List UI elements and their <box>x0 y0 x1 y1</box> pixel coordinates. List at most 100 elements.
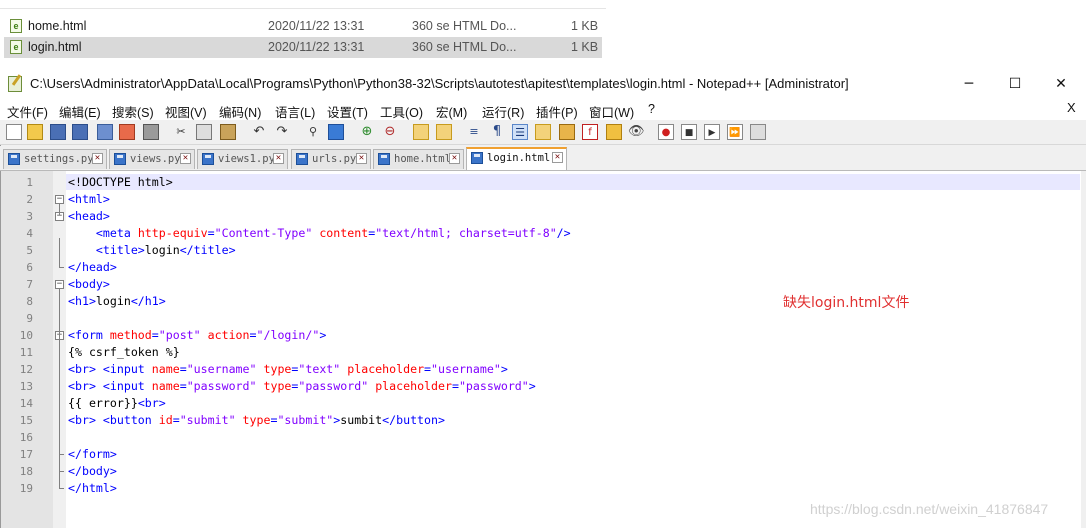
code-line[interactable]: {% csrf_token %} <box>68 345 180 359</box>
menu-item[interactable]: ? <box>648 102 655 116</box>
menu-item[interactable]: 窗口(W) <box>589 102 634 121</box>
fold-end-tick <box>59 488 64 489</box>
code-token: type <box>263 379 292 393</box>
menu-item[interactable]: 语言(L) <box>275 102 315 121</box>
code-token: action <box>207 328 250 342</box>
menu-item[interactable]: 插件(P) <box>536 102 578 121</box>
file-list-item[interactable]: e home.html 2020/11/22 13:31 360 se HTML Do… <box>4 16 602 37</box>
code-line[interactable]: <meta http-equiv="Content-Type" content=… <box>68 226 571 240</box>
undo-icon[interactable]: ↶ <box>251 124 267 140</box>
tab-home-html[interactable]: home.html ✕ <box>373 149 464 169</box>
function-list-icon[interactable]: f <box>582 124 598 140</box>
maximize-button[interactable]: ☐ <box>992 70 1038 98</box>
code-line[interactable]: {{ error}}<br> <box>68 396 166 410</box>
redo-icon[interactable]: ↷ <box>274 124 290 140</box>
sync-vertical-icon[interactable] <box>413 124 429 140</box>
code-line[interactable]: </form> <box>68 447 117 461</box>
cut-icon[interactable]: ✂ <box>173 124 189 140</box>
tab-close-icon[interactable]: ✕ <box>449 153 460 164</box>
menu-item[interactable]: 编辑(E) <box>59 102 101 121</box>
save-icon[interactable] <box>50 124 66 140</box>
record-macro-icon[interactable]: ● <box>658 124 674 140</box>
close-document-button[interactable]: X <box>1067 100 1076 115</box>
menu-item[interactable]: 文件(F) <box>7 102 48 121</box>
code-line[interactable]: <form method="post" action="/login/"> <box>68 328 326 342</box>
tab-settings-py[interactable]: settings.py ✕ <box>3 149 107 169</box>
menu-item[interactable]: 搜索(S) <box>112 102 154 121</box>
code-line[interactable]: <h1>login</h1> <box>68 294 166 308</box>
code-token: "password" <box>458 379 529 393</box>
code-line[interactable]: <body> <box>68 277 110 291</box>
close-all-icon[interactable] <box>119 124 135 140</box>
folder-workspace-icon[interactable] <box>606 124 622 140</box>
file-type: 360 se HTML Do... <box>412 19 517 33</box>
menu-item[interactable]: 工具(O) <box>380 102 423 121</box>
save-all-icon[interactable] <box>72 124 88 140</box>
tab-views1-py[interactable]: views1.py ✕ <box>197 149 288 169</box>
save-macro-icon[interactable] <box>750 124 766 140</box>
close-window-button[interactable]: ✕ <box>1038 70 1084 98</box>
zoom-in-icon[interactable]: ⊕ <box>359 124 375 140</box>
monitoring-icon[interactable]: 👁 <box>628 124 645 140</box>
tab-close-icon[interactable]: ✕ <box>552 152 563 163</box>
new-file-icon[interactable] <box>6 124 22 140</box>
stop-macro-icon[interactable]: ■ <box>681 124 697 140</box>
tab-label: urls.py <box>312 153 357 165</box>
code-line[interactable]: <html> <box>68 192 110 206</box>
doc-map-icon[interactable] <box>559 124 575 140</box>
sync-horizontal-icon[interactable] <box>436 124 452 140</box>
tab-login-html[interactable]: login.html ✕ <box>466 147 567 170</box>
menu-item[interactable]: 设置(T) <box>327 102 368 121</box>
fold-toggle-icon[interactable]: − <box>55 280 64 289</box>
code-line[interactable]: <title>login</title> <box>68 243 236 257</box>
code-line[interactable]: </html> <box>68 481 117 495</box>
tab-views-py[interactable]: views.py ✕ <box>109 149 195 169</box>
file-saved-icon <box>378 153 390 165</box>
tab-label: views1.py <box>218 153 275 165</box>
show-all-chars-icon[interactable]: ¶ <box>489 124 505 140</box>
menu-item[interactable]: 运行(R) <box>482 102 524 121</box>
tab-close-icon[interactable]: ✕ <box>180 153 191 164</box>
user-lang-icon[interactable] <box>535 124 551 140</box>
indent-guide-icon[interactable]: ☰ <box>512 124 528 140</box>
code-line[interactable]: <!DOCTYPE html> <box>68 175 173 189</box>
zoom-out-icon[interactable]: ⊖ <box>382 124 398 140</box>
tab-close-icon[interactable]: ✕ <box>273 153 284 164</box>
paste-icon[interactable] <box>220 124 236 140</box>
tab-close-icon[interactable]: ✕ <box>92 153 103 164</box>
minimize-button[interactable]: ─ <box>946 70 992 98</box>
print-icon[interactable] <box>143 124 159 140</box>
find-icon[interactable]: ⚲ <box>305 124 321 140</box>
fold-guide-line <box>59 340 60 453</box>
run-macro-multiple-icon[interactable]: ⏩ <box>727 124 743 140</box>
line-number: 17 <box>19 448 33 461</box>
line-number: 15 <box>19 414 33 427</box>
menu-item[interactable]: 宏(M) <box>436 102 467 121</box>
word-wrap-icon[interactable]: ≡ <box>466 124 482 140</box>
open-file-icon[interactable] <box>27 124 43 140</box>
play-macro-icon[interactable]: ▶ <box>704 124 720 140</box>
code-line[interactable]: <br> <input name="username" type="text" … <box>68 362 508 376</box>
code-line[interactable]: </body> <box>68 464 117 478</box>
file-list-item[interactable]: e login.html 2020/11/22 13:31 360 se HTML D… <box>4 37 602 58</box>
code-token: <br> <box>68 379 96 393</box>
line-number: 7 <box>26 278 33 291</box>
fold-toggle-icon[interactable]: − <box>55 195 64 204</box>
code-line[interactable]: <br> <button id="submit" type="submit">s… <box>68 413 445 427</box>
copy-icon[interactable] <box>196 124 212 140</box>
code-line[interactable]: </head> <box>68 260 117 274</box>
code-token: "post" <box>158 328 201 342</box>
replace-icon[interactable] <box>328 124 344 140</box>
code-line[interactable]: <head> <box>68 209 110 223</box>
menu-item[interactable]: 视图(V) <box>165 102 207 121</box>
tab-urls-py[interactable]: urls.py ✕ <box>291 149 371 169</box>
code-line[interactable]: <br> <input name="password" type="passwo… <box>68 379 536 393</box>
code-token: <br> <box>137 396 166 410</box>
code-token: </button> <box>382 413 445 427</box>
fold-guide-line <box>59 238 60 266</box>
menu-item[interactable]: 编码(N) <box>219 102 261 121</box>
close-file-icon[interactable] <box>97 124 113 140</box>
tab-close-icon[interactable]: ✕ <box>356 153 367 164</box>
